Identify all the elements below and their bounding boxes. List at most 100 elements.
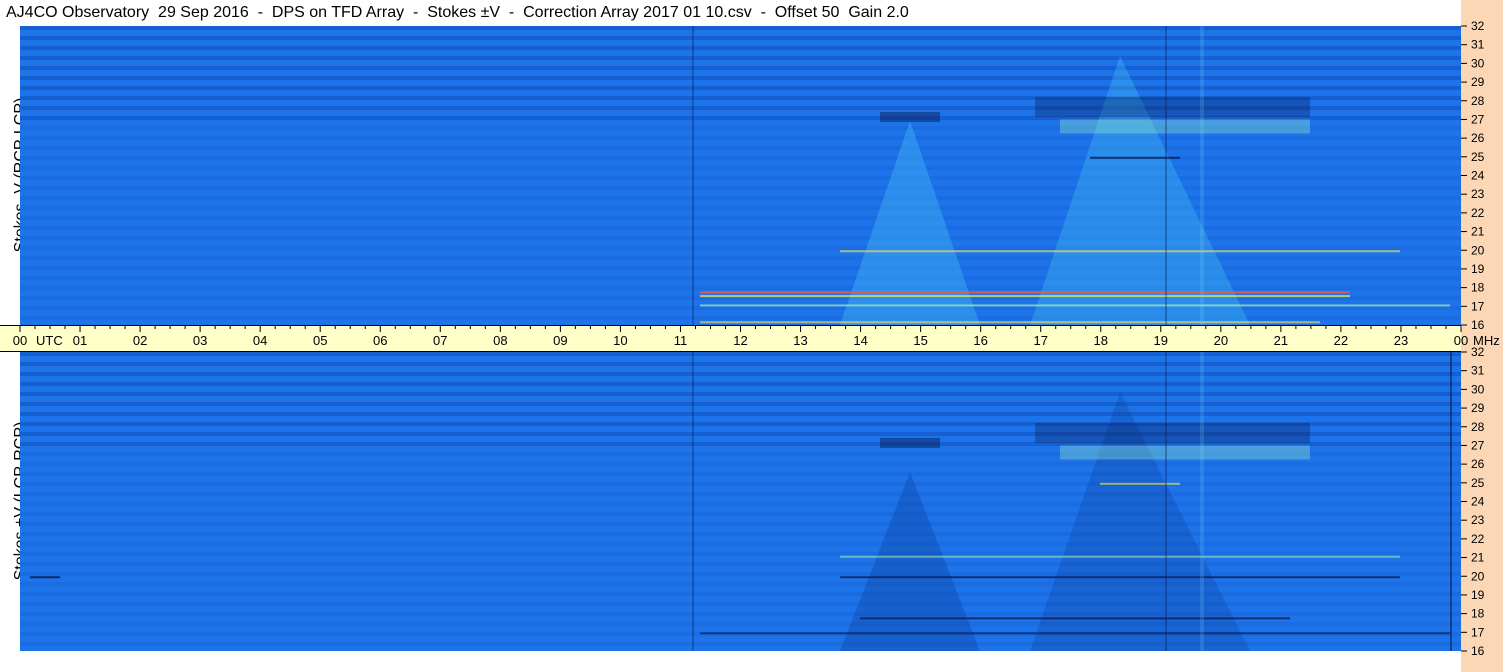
time-tick-label: 13 (793, 333, 807, 348)
background-band (20, 276, 1461, 280)
burst-cluster (1035, 423, 1310, 444)
frequency-tick-label: 18 (1471, 281, 1485, 295)
background-band (20, 66, 1461, 70)
burst-cluster-small (880, 437, 940, 448)
background-band (20, 372, 1461, 376)
frequency-tick-label: 19 (1471, 588, 1485, 602)
background-band (20, 236, 1461, 240)
frequency-tick-label: 27 (1471, 438, 1485, 452)
frequency-axis-top-svg: 16 17 18 19 20 21 22 23 24 25 26 27 28 29 30 31 32 (1461, 19, 1485, 332)
vertical-artifact (1200, 26, 1204, 325)
background-band (20, 512, 1461, 516)
frequency-tick-label: 32 (1471, 345, 1485, 359)
time-tick-label: 11 (674, 333, 688, 348)
frequency-tick-label: 17 (1471, 299, 1485, 313)
frequency-axis-bottom: 16 17 18 19 20 21 22 23 24 25 26 27 28 29 30 31 32 (1461, 345, 1503, 658)
spectrogram-stokes-plus-v (20, 352, 1461, 651)
frequency-tick-label: 26 (1471, 131, 1485, 145)
spectrogram-top-svg (20, 26, 1461, 325)
background-band (20, 492, 1461, 496)
spectrogram-bottom-svg (20, 352, 1461, 651)
frequency-tick-label: 29 (1471, 75, 1485, 89)
background-band (20, 206, 1461, 210)
background-band (20, 522, 1461, 526)
background-band (20, 392, 1461, 396)
background-band (20, 266, 1461, 270)
frequency-tick-label: 18 (1471, 607, 1485, 621)
burst-cluster-small (880, 111, 940, 122)
rfi-line (840, 555, 1400, 558)
frequency-tick-label: 27 (1471, 112, 1485, 126)
background-band (20, 136, 1461, 140)
frequency-axis-top: 16 17 18 19 20 21 22 23 24 25 26 27 28 29 30 31 32 (1461, 19, 1503, 332)
vertical-artifact (692, 26, 694, 325)
spectrogram-stokes-minus-v (20, 26, 1461, 325)
time-tick-label: 23 (1394, 333, 1408, 348)
background-band (20, 472, 1461, 476)
time-tick-label: 00 (13, 333, 27, 348)
rfi-line (700, 632, 1450, 635)
spectrogram-background (20, 26, 1461, 325)
burst-cluster-bright (1060, 445, 1310, 460)
background-band (20, 86, 1461, 90)
frequency-tick-label: 28 (1471, 420, 1485, 434)
frequency-tick-label: 20 (1471, 243, 1485, 257)
time-tick-label: 21 (1274, 333, 1288, 348)
vertical-artifact (1165, 352, 1167, 651)
background-band (20, 562, 1461, 566)
background-band (20, 542, 1461, 546)
rfi-line (700, 295, 1350, 298)
frequency-tick-label: 17 (1471, 625, 1485, 639)
rfi-line (30, 576, 60, 579)
frequency-tick-label: 30 (1471, 56, 1485, 70)
time-tick-label: 00 (1454, 333, 1468, 348)
frequency-tick-label: 21 (1471, 225, 1485, 239)
frequency-tick-label: 22 (1471, 532, 1485, 546)
rfi-line (860, 617, 1290, 620)
background-band (20, 572, 1461, 576)
background-band (20, 286, 1461, 290)
time-tick-label: 19 (1154, 333, 1168, 348)
frequency-tick-label: 29 (1471, 401, 1485, 415)
rfi-line (1100, 482, 1180, 485)
background-band (20, 582, 1461, 586)
time-tick-label: 04 (253, 333, 267, 348)
background-band (20, 482, 1461, 486)
rfi-line (840, 576, 1400, 579)
frequency-tick-label: 23 (1471, 187, 1485, 201)
time-tick-label: 10 (613, 333, 627, 348)
background-band (20, 76, 1461, 80)
frequency-tick-label: 31 (1471, 364, 1485, 378)
frequency-tick-label: 30 (1471, 382, 1485, 396)
frequency-tick-label: 23 (1471, 513, 1485, 527)
utc-label: UTC (36, 333, 63, 348)
chart-title: AJ4CO Observatory 29 Sep 2016 - DPS on T… (0, 0, 1461, 26)
background-band (20, 166, 1461, 170)
time-tick-label: 16 (973, 333, 987, 348)
frequency-tick-label: 19 (1471, 262, 1485, 276)
time-tick-label: 01 (73, 333, 87, 348)
background-band (20, 176, 1461, 180)
time-axis-svg: 00 01 02 03 04 05 06 07 08 09 10 11 12 13 14 15 16 17 18 19… (13, 326, 1500, 348)
time-tick-label: 17 (1033, 333, 1047, 348)
background-band (20, 602, 1461, 606)
time-tick-label: 06 (373, 333, 387, 348)
frequency-tick-label: 16 (1471, 644, 1485, 658)
frequency-tick-label: 22 (1471, 206, 1485, 220)
burst-cluster (1035, 97, 1310, 118)
rfi-line (700, 321, 1320, 324)
time-tick-label: 08 (493, 333, 507, 348)
background-band (20, 156, 1461, 160)
frequency-tick-label: 26 (1471, 457, 1485, 471)
background-band (20, 592, 1461, 596)
background-band (20, 146, 1461, 150)
time-tick-label: 22 (1334, 333, 1348, 348)
background-band (20, 36, 1461, 40)
background-band (20, 56, 1461, 60)
background-band (20, 502, 1461, 506)
vertical-artifact (1450, 352, 1452, 651)
frequency-tick-label: 16 (1471, 318, 1485, 332)
frequency-tick-label: 25 (1471, 150, 1485, 164)
background-band (20, 402, 1461, 406)
vertical-artifact (1200, 352, 1204, 651)
